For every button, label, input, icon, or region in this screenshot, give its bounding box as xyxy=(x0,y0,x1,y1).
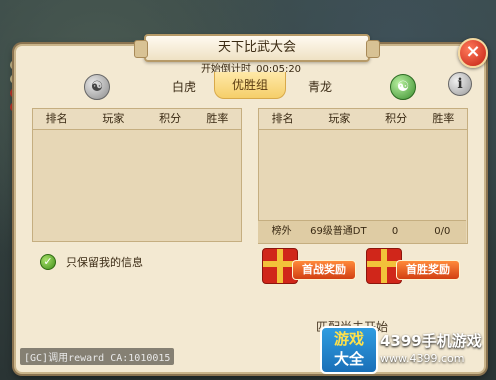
header-win-rate: 胜率 xyxy=(432,112,455,125)
watermark-site-url: www.4399.com xyxy=(380,352,465,365)
own-score: 0 xyxy=(391,226,399,237)
table-header: 排名 玩家 积分 胜率 xyxy=(33,109,241,130)
logo-line2: 大全 xyxy=(333,350,364,368)
info-button[interactable]: i xyxy=(448,72,472,96)
logo-line1: 游戏 xyxy=(333,330,364,348)
header-win-rate: 胜率 xyxy=(206,112,229,125)
left-ranking-table: 排名 玩家 积分 胜率 xyxy=(32,108,242,242)
table-header: 排名 玩家 积分 胜率 xyxy=(259,109,467,130)
first-battle-reward-button[interactable]: 首战奖励 xyxy=(262,248,358,284)
team-right-name[interactable]: 青龙 xyxy=(308,78,332,95)
group-tab[interactable]: 优胜组 xyxy=(214,72,286,99)
first-win-reward-label: 首胜奖励 xyxy=(396,260,460,280)
header-rank: 排名 xyxy=(271,112,294,125)
own-win-rate: 0/0 xyxy=(434,226,451,237)
first-win-reward-button[interactable]: 首胜奖励 xyxy=(366,248,462,284)
only-mine-label: 只保留我的信息 xyxy=(66,256,143,269)
team-left-name[interactable]: 白虎 xyxy=(172,78,196,95)
header-score: 积分 xyxy=(385,112,408,125)
watermark-site-name: 4399手机游戏 xyxy=(380,332,482,350)
header-player: 玩家 xyxy=(102,112,125,125)
azure-dragon-emblem-icon: ☯ xyxy=(390,74,416,100)
window-title: 天下比武大会 xyxy=(134,34,380,62)
close-button[interactable]: × xyxy=(458,38,488,68)
first-battle-reward-label: 首战奖励 xyxy=(292,260,356,280)
watermark-logo: 游戏 大全 xyxy=(320,326,378,374)
header-player: 玩家 xyxy=(328,112,351,125)
header-score: 积分 xyxy=(159,112,182,125)
own-rank: 榜外 xyxy=(271,226,292,237)
chat-line: [GC]调用reward CA:1010015 xyxy=(20,348,175,365)
checkmark-icon[interactable]: ✓ xyxy=(40,254,56,270)
own-player: 69级普通DT xyxy=(310,226,367,237)
team-bar: ☯ 白虎 优胜组 青龙 ☯ xyxy=(30,72,468,100)
own-rank-row: 榜外 69级普通DT 0 0/0 xyxy=(258,220,466,244)
header-rank: 排名 xyxy=(45,112,68,125)
only-mine-option[interactable]: ✓ 只保留我的信息 xyxy=(40,254,143,270)
white-tiger-emblem-icon: ☯ xyxy=(84,74,110,100)
